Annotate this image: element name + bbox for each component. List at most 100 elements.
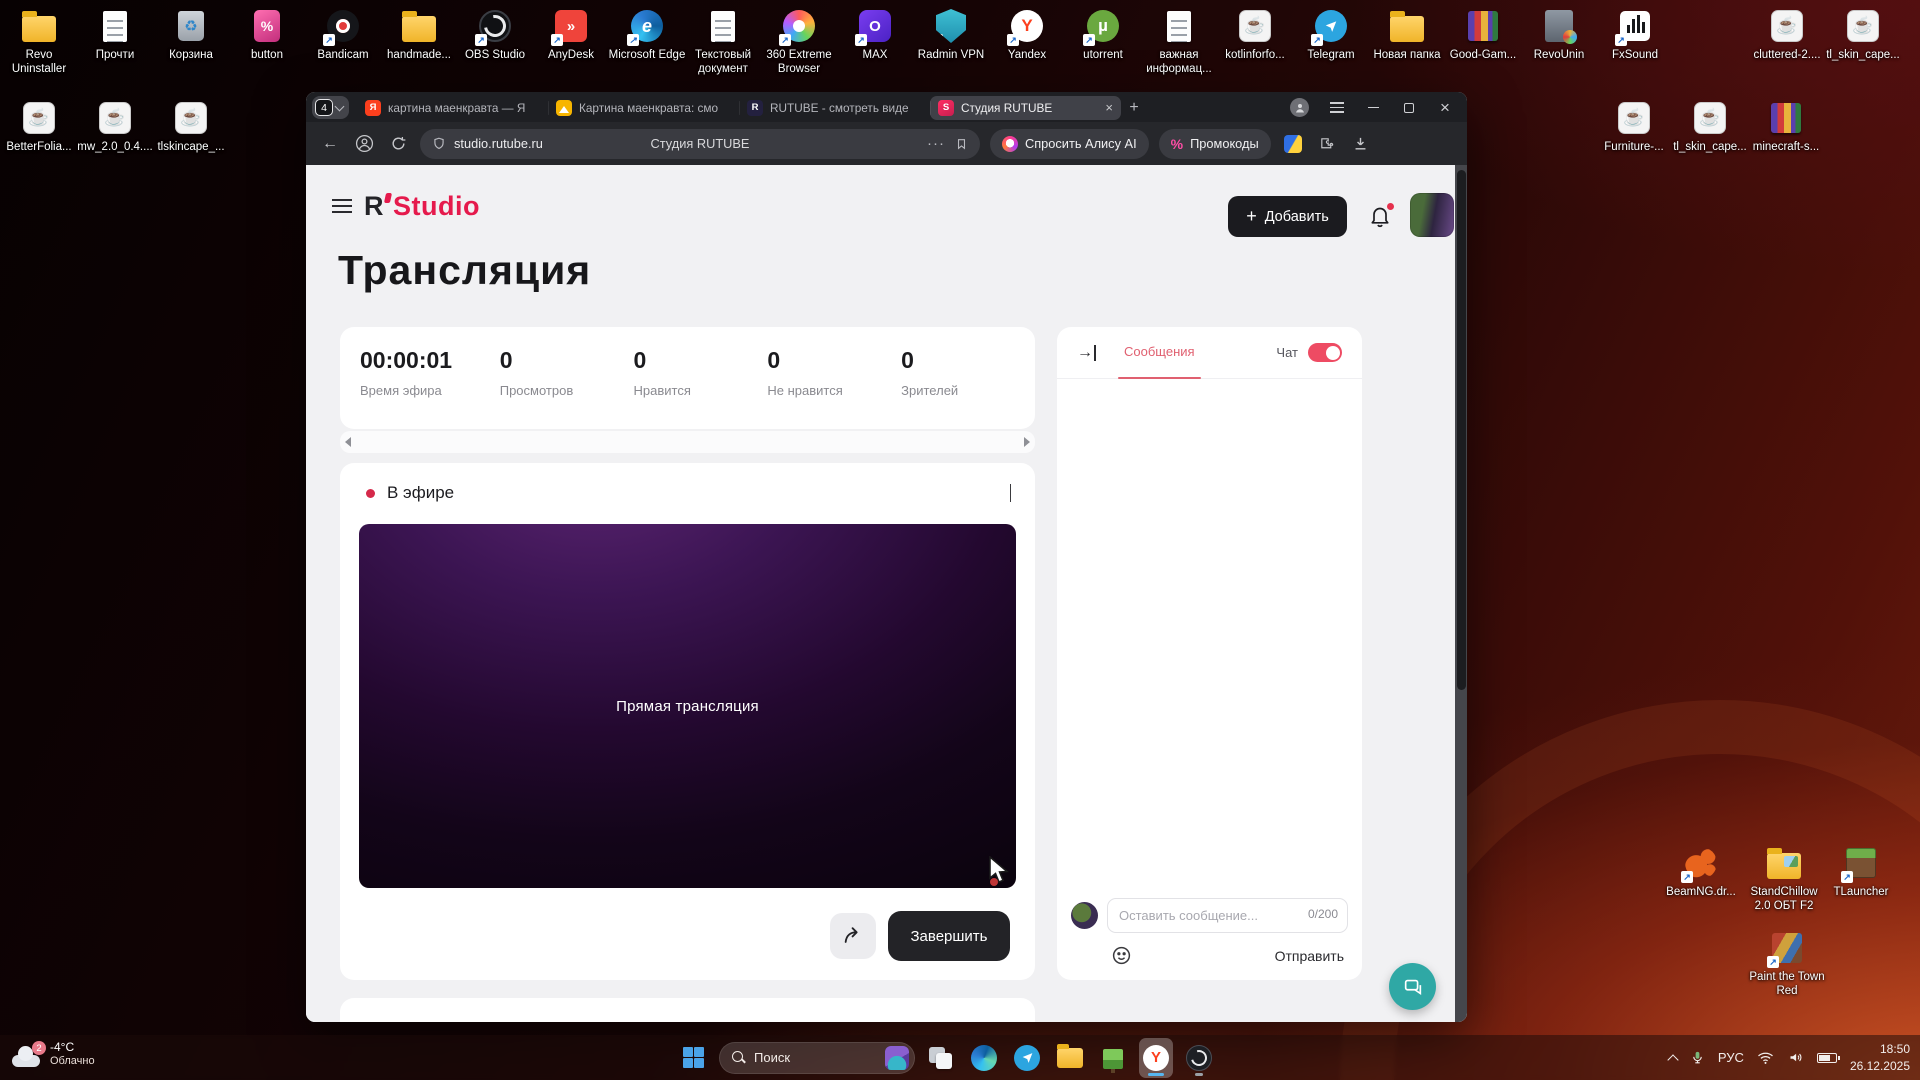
desktop-icon-standchillow[interactable]: StandChillow 2.0 ОБТ F2 [1745,845,1823,914]
desktop-icon-tl-skin-cape-1[interactable]: ☕tl_skin_cape... [1824,8,1902,62]
tab-kartina-search[interactable]: Я картина маенкравта — Я [357,96,548,120]
desktop-icon-readme[interactable]: Прочти [76,8,154,62]
desktop-icon-360-browser[interactable]: 360 Extreme Browser [760,8,838,77]
taskbar-minecraft[interactable] [1096,1038,1130,1078]
desktop-icon-beamng[interactable]: BeamNG.dr... [1662,845,1740,899]
page-scrollbar[interactable] [1455,165,1467,1022]
taskbar-search[interactable]: Поиск [719,1042,915,1074]
desktop-icon-bandicam[interactable]: Bandicam [304,8,382,62]
more-icon[interactable]: ··· [927,135,945,152]
language-indicator[interactable]: РУС [1718,1050,1744,1065]
taskbar-task-view[interactable] [924,1038,958,1078]
desktop-icon-cluttered[interactable]: ☕cluttered-2.... [1748,8,1826,62]
tab-kartina-view[interactable]: Картина маенкравта: смо [548,96,739,120]
yandex-pay-icon[interactable] [1281,135,1305,153]
rstudio-logo[interactable]: R Studio [364,191,480,222]
desktop-icon-important-info[interactable]: важная информац... [1140,8,1218,77]
tab-close-icon[interactable]: × [1105,100,1113,115]
icon-label: tl_skin_cape... [1673,140,1747,154]
minimize-button[interactable] [1355,95,1391,121]
share-stream-button[interactable] [830,913,876,959]
browser-menu-button[interactable] [1319,95,1355,121]
send-message-button[interactable]: Отправить [1275,948,1344,964]
desktop-icon-radmin-vpn[interactable]: Radmin VPN [912,8,990,62]
add-button[interactable]: + Добавить [1228,196,1347,237]
tray-expand-icon[interactable] [1667,1054,1678,1065]
tab-counter[interactable]: 4 [312,96,349,119]
finish-stream-button[interactable]: Завершить [888,911,1010,961]
clock[interactable]: 18:50 26.12.2025 [1850,1041,1910,1073]
desktop-icon-handmade[interactable]: handmade... [380,8,458,62]
desktop-icon-edge[interactable]: eMicrosoft Edge [608,8,686,62]
microphone-icon[interactable] [1690,1049,1705,1066]
scroll-right-icon[interactable] [1024,437,1030,447]
emoji-smiley-icon[interactable] [1111,945,1132,966]
desktop-icon-recycle-bin[interactable]: Корзина [152,8,230,62]
taskbar-obs[interactable] [1182,1038,1216,1078]
bookmark-icon[interactable] [955,137,968,151]
desktop-icon-furniture[interactable]: ☕Furniture-... [1595,100,1673,154]
address-bar[interactable]: studio.rutube.ru Студия RUTUBE ··· [420,129,980,159]
desktop-icon-revounin[interactable]: RevoUnin [1520,8,1598,62]
desktop-icon-good-gam[interactable]: Good-Gam... [1444,8,1522,62]
logo-apostrophe [384,193,392,203]
chat-toggle-switch[interactable] [1308,343,1342,362]
toolbar-profile-icon[interactable] [352,134,376,153]
desktop-icon-revo-uninstaller[interactable]: Revo Uninstaller [0,8,78,77]
close-button[interactable]: × [1427,95,1463,121]
desktop-icon-anydesk[interactable]: »AnyDesk [532,8,610,62]
downloads-icon[interactable] [1349,135,1373,152]
wifi-icon[interactable] [1757,1051,1774,1065]
notifications-bell-button[interactable] [1368,203,1394,231]
desktop-icon-obs-studio[interactable]: OBS Studio [456,8,534,62]
taskbar-yandex-browser[interactable]: Y [1139,1038,1173,1078]
collapse-section-button[interactable] [1010,484,1011,502]
browser-profile-avatar[interactable] [1290,98,1309,117]
battery-icon[interactable] [1817,1053,1837,1063]
taskbar-edge[interactable] [967,1038,1001,1078]
live-card-header[interactable]: В эфире [340,463,1035,503]
refresh-button[interactable] [386,135,410,152]
tab-rutube[interactable]: R RUTUBE - смотреть виде [739,96,930,120]
desktop-icon-kotlinforfo[interactable]: ☕kotlinforfo... [1216,8,1294,62]
support-chat-floating-button[interactable] [1389,963,1436,1010]
new-tab-button[interactable]: + [1121,96,1147,120]
desktop-icon-new-folder[interactable]: Новая папка [1368,8,1446,62]
stats-scrollbar[interactable] [340,431,1035,453]
desktop-icon-yandex[interactable]: YYandex [988,8,1066,62]
taskbar-telegram[interactable] [1010,1038,1044,1078]
desktop-icon-tl-skin-cape-2[interactable]: ☕tl_skin_cape... [1671,100,1749,154]
start-button[interactable] [676,1041,710,1075]
promo-codes-button[interactable]: % Промокоды [1159,129,1271,159]
desktop-icon-fxsound[interactable]: FxSound [1596,8,1674,62]
desktop-icon-utorrent[interactable]: µutorrent [1064,8,1142,62]
extensions-puzzle-icon[interactable] [1315,135,1339,152]
desktop-icon-minecraft-s[interactable]: minecraft-s... [1747,100,1825,154]
desktop-icon-text-document[interactable]: Текстовый документ [684,8,762,77]
weather-widget[interactable]: 2 -4°C Облачно [10,1039,95,1067]
desktop-icon-mw20[interactable]: ☕mw_2.0_0.4.... [76,100,154,154]
tab-messages[interactable]: Сообщения [1124,344,1195,362]
desktop-icon-button[interactable]: %button [228,8,306,62]
icon-label: важная информац... [1140,48,1218,77]
360-browser-icon [783,10,815,42]
maximize-button[interactable] [1391,95,1427,121]
ask-alice-button[interactable]: Спросить Алису AI [990,129,1149,159]
back-button[interactable]: ← [318,135,342,153]
scroll-left-icon[interactable] [345,437,351,447]
desktop-icon-tlauncher[interactable]: TLauncher [1822,845,1900,899]
desktop-icon-telegram[interactable]: Telegram [1292,8,1370,62]
desktop-icon-tlskincape[interactable]: ☕tlskincape_... [152,100,230,154]
collapse-chat-icon[interactable]: → [1077,345,1096,361]
volume-icon[interactable] [1787,1050,1804,1065]
hamburger-menu-button[interactable] [332,205,352,207]
scrollbar-thumb[interactable] [1457,170,1466,690]
desktop-icon-betterfolia[interactable]: ☕BetterFolia... [0,100,78,154]
desktop-icon-max[interactable]: OMAX [836,8,914,62]
account-avatar[interactable] [1410,193,1454,237]
icon-label: TLauncher [1834,885,1889,899]
taskbar-explorer[interactable] [1053,1038,1087,1078]
tab-studio-rutube-active[interactable]: S Студия RUTUBE × [930,96,1121,120]
desktop-icon-paint-the-town-red[interactable]: Paint the Town Red [1748,930,1826,999]
stat-air-time: 00:00:01Время эфира [360,347,500,429]
